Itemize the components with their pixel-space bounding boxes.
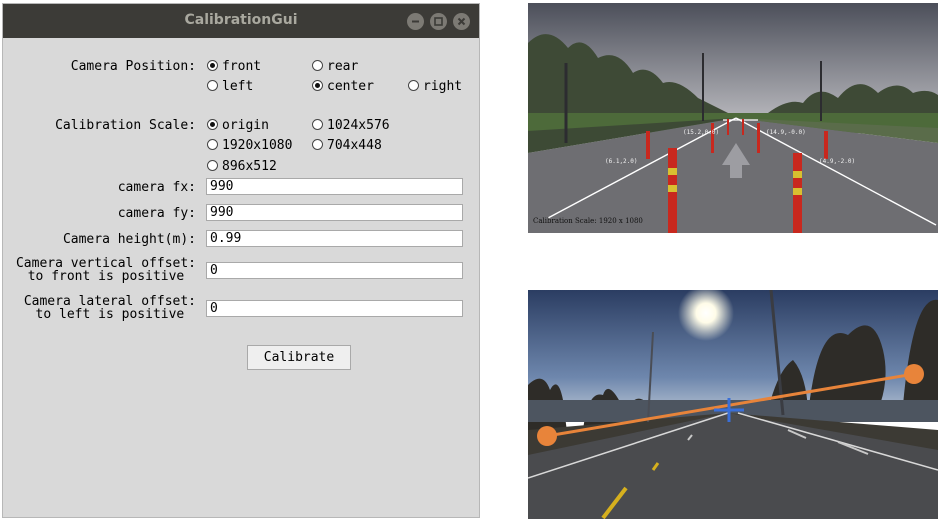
radio-scale-1024x576[interactable]: 1024x576: [312, 118, 390, 134]
camera-fy-label: camera fy:: [117, 206, 196, 221]
minimize-button[interactable]: [407, 13, 424, 30]
lateral-offset-input[interactable]: 0: [206, 300, 463, 317]
calibration-window: CalibrationGui Camera Position: front re…: [2, 3, 480, 518]
camera-height-label: Camera height(m):: [62, 232, 196, 247]
radio-scale-896x512[interactable]: 896x512: [207, 159, 277, 175]
radio-scale-origin[interactable]: origin: [207, 118, 269, 134]
camera-fx-label: camera fx:: [117, 180, 196, 195]
title-bar: CalibrationGui: [3, 4, 479, 38]
close-icon: [457, 17, 466, 26]
overlay-label-3: (6.1,2.0): [605, 158, 638, 165]
minimize-icon: [412, 20, 419, 23]
radio-position-rear[interactable]: rear: [312, 59, 358, 75]
radio-scale-704x448[interactable]: 704x448: [312, 138, 382, 154]
camera-fy-input[interactable]: 990: [206, 204, 463, 221]
calibration-scale-label: Calibration Scale:: [55, 118, 196, 133]
horizon-calibration-image: [528, 290, 938, 519]
radio-position-right[interactable]: right: [408, 79, 462, 95]
radio-position-left[interactable]: left: [207, 79, 253, 95]
radio-position-front[interactable]: front: [207, 59, 261, 75]
radio-unselected-icon: [312, 139, 323, 150]
camera-fx-input[interactable]: 990: [206, 178, 463, 195]
radio-unselected-icon: [207, 80, 218, 91]
maximize-button[interactable]: [430, 13, 447, 30]
radio-selected-icon: [207, 119, 218, 130]
calibration-scale-caption: Calibration Scale: 1920 x 1080: [533, 217, 643, 225]
horizon-handle-left[interactable]: [537, 426, 557, 446]
radio-unselected-icon: [207, 160, 218, 171]
vertical-offset-label: Camera vertical offset: to front is posi…: [15, 256, 196, 284]
vertical-offset-input[interactable]: 0: [206, 262, 463, 279]
camera-position-label: Camera Position:: [70, 59, 196, 74]
overlay-label-2: (14.9,-0.0): [766, 129, 806, 136]
radio-unselected-icon: [312, 119, 323, 130]
close-button[interactable]: [453, 13, 470, 30]
horizon-handle-right[interactable]: [904, 364, 924, 384]
radio-selected-icon: [207, 60, 218, 71]
radio-scale-1920x1080[interactable]: 1920x1080: [207, 138, 292, 154]
calibrate-button[interactable]: Calibrate: [247, 345, 351, 370]
lateral-offset-label: Camera lateral offset: to left is positi…: [23, 294, 196, 322]
overlay-label-1: (15.2,0.0): [683, 129, 719, 136]
radio-unselected-icon: [312, 60, 323, 71]
maximize-icon: [434, 17, 443, 26]
radio-selected-icon: [312, 80, 323, 91]
calibration-overlay-image: (15.2,0.0) (14.9,-0.0) (6.1,2.0) (4.9,-2…: [528, 3, 938, 233]
radio-position-center[interactable]: center: [312, 79, 374, 95]
radio-unselected-icon: [207, 139, 218, 150]
overlay-label-4: (4.9,-2.0): [819, 158, 855, 165]
camera-height-input[interactable]: 0.99: [206, 230, 463, 247]
radio-unselected-icon: [408, 80, 419, 91]
